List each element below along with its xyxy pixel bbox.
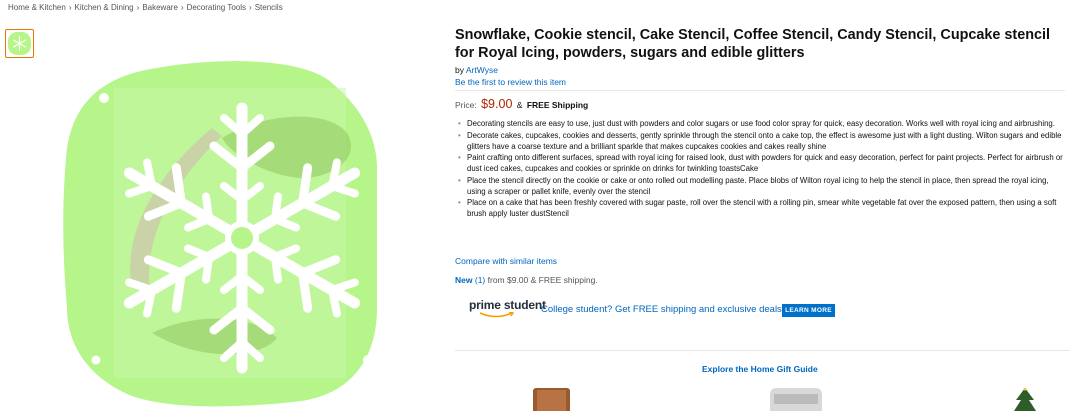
breadcrumb: Home & Kitchen › Kitchen & Dining › Bakeware…: [8, 3, 283, 12]
write-review-link[interactable]: Be the first to review this item: [455, 77, 566, 87]
breadcrumb-kitchen-dining[interactable]: Kitchen & Dining: [74, 3, 133, 12]
product-title: Snowflake, Cookie stencil, Cake Stencil,…: [455, 27, 1050, 61]
prime-student-wordmark: prime student: [469, 298, 546, 312]
breadcrumb-bakeware[interactable]: Bakeware: [142, 3, 178, 12]
feature-bullet: Place the stencil directly on the cookie…: [458, 175, 1068, 197]
gift-guide-product-image[interactable]: [770, 388, 822, 411]
prime-student-promo-link[interactable]: College student? Get FREE shipping and e…: [541, 304, 782, 315]
product-thumbnail[interactable]: [5, 29, 34, 58]
learn-more-button[interactable]: LEARN MORE: [782, 304, 835, 317]
snowflake-stencil-thumbnail-icon: [8, 32, 31, 55]
breadcrumb-decorating-tools[interactable]: Decorating Tools: [187, 3, 246, 12]
price-label: Price:: [455, 100, 477, 110]
student-word: student: [503, 298, 546, 312]
product-byline: by ArtWyse: [455, 65, 498, 75]
amazon-smile-icon: [479, 312, 515, 318]
snowflake-stencil-image[interactable]: [62, 58, 407, 408]
divider: [455, 90, 1065, 91]
price-amp: &: [516, 100, 523, 110]
price-value: $9.00: [481, 97, 513, 111]
prime-student-logo[interactable]: prime student: [469, 298, 546, 320]
feature-bullet: Decorating stencils are easy to use, jus…: [458, 118, 1068, 129]
gift-guide-product-image[interactable]: [533, 388, 570, 411]
new-offers-count[interactable]: (1): [475, 275, 485, 285]
breadcrumb-separator: ›: [249, 3, 252, 12]
new-offers-from: from $9.00 & FREE shipping.: [487, 275, 598, 285]
breadcrumb-separator: ›: [68, 3, 72, 12]
compare-similar-link[interactable]: Compare with similar items: [455, 256, 557, 266]
divider: [455, 350, 1070, 351]
new-offers-link[interactable]: New: [455, 275, 472, 285]
breadcrumb-separator: ›: [136, 3, 140, 12]
feature-bullet: Decorate cakes, cupcakes, cookies and de…: [458, 130, 1068, 152]
brand-link[interactable]: ArtWyse: [466, 65, 498, 75]
feature-bullets: Decorating stencils are easy to use, jus…: [458, 118, 1068, 220]
free-shipping-label: FREE Shipping: [526, 100, 589, 110]
breadcrumb-separator: ›: [180, 3, 184, 12]
feature-bullet: Place on a cake that has been freshly co…: [458, 197, 1068, 219]
by-label: by: [455, 65, 464, 75]
gift-guide-product-image[interactable]: [1012, 388, 1038, 411]
home-gift-guide-link[interactable]: Explore the Home Gift Guide: [702, 364, 818, 374]
new-offers: New (1) from $9.00 & FREE shipping.: [455, 275, 598, 285]
breadcrumb-stencils[interactable]: Stencils: [255, 3, 283, 12]
prime-word: prime: [469, 298, 501, 312]
feature-bullet: Paint crafting onto different surfaces, …: [458, 152, 1068, 174]
breadcrumb-home-kitchen[interactable]: Home & Kitchen: [8, 3, 66, 12]
price-row: Price: $9.00 & FREE Shipping: [455, 97, 588, 111]
